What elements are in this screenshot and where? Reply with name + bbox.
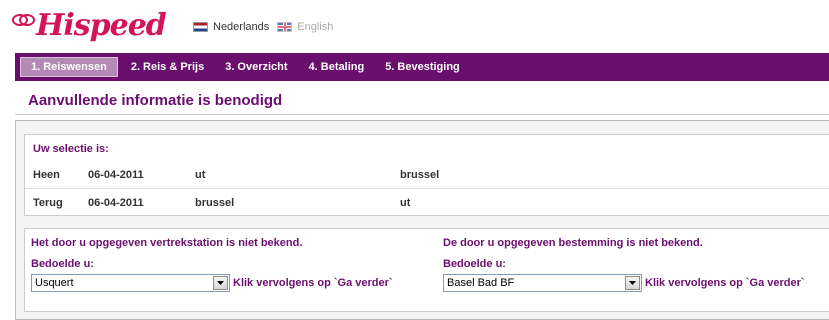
language-label-nl: Nederlands (213, 21, 270, 33)
station-correction-box: Het door u opgegeven vertrekstation is n… (24, 228, 829, 312)
departure-station-select[interactable]: Usquert (31, 274, 230, 292)
row-direction: Heen (33, 169, 60, 181)
row-direction: Terug (33, 197, 63, 209)
departure-hint: Klik vervolgens op `Ga verder` (233, 277, 393, 289)
logo-text: Hispeed (36, 8, 167, 43)
row-date: 06-04-2011 (88, 197, 144, 209)
uk-flag-icon (277, 22, 293, 32)
language-option-nl[interactable]: Nederlands (193, 21, 269, 33)
step-reiswensen[interactable]: 1. Reiswensen (20, 57, 118, 77)
destination-meant-label: Bedoelde u: (443, 258, 506, 270)
row-date: 06-04-2011 (88, 169, 144, 181)
page-title: Aanvullende informatie is benodigd (28, 92, 283, 109)
logo-icon (12, 12, 35, 26)
selection-row-return: Terug 06-04-2011 brussel ut (25, 188, 829, 216)
language-switcher: Nederlands English (193, 21, 333, 33)
departure-meant-label: Bedoelde u: (31, 258, 94, 270)
hispeed-logo[interactable]: Hispeed (12, 8, 167, 44)
destination-selected-value: Basel Bad BF (447, 277, 515, 289)
destination-hint: Klik vervolgens op `Ga verder` (645, 277, 805, 289)
selection-title: Uw selectie is: (33, 143, 109, 155)
step-betaling[interactable]: 4. Betaling (301, 57, 373, 77)
row-to: ut (400, 197, 411, 209)
departure-unknown-message: Het door u opgegeven vertrekstation is n… (31, 237, 303, 249)
selection-summary: Uw selectie is: Heen 06-04-2011 ut bruss… (24, 134, 829, 216)
title-divider (15, 114, 829, 115)
destination-unknown-message: De door u opgegeven bestemming is niet b… (443, 237, 703, 249)
row-to: brussel (400, 169, 440, 181)
dutch-flag-icon (193, 22, 208, 32)
step-reis-prijs[interactable]: 2. Reis & Prijs (123, 57, 212, 77)
chevron-down-icon[interactable] (625, 276, 640, 290)
row-from: ut (195, 169, 206, 181)
departure-selected-value: Usquert (35, 277, 74, 289)
language-option-en[interactable]: English (277, 21, 333, 33)
step-bevestiging[interactable]: 5. Bevestiging (377, 57, 468, 77)
destination-station-select[interactable]: Basel Bad BF (443, 274, 642, 292)
language-label-en: English (297, 21, 334, 33)
selection-row-outbound: Heen 06-04-2011 ut brussel (25, 161, 829, 188)
step-overzicht[interactable]: 3. Overzicht (217, 57, 295, 77)
row-from: brussel (195, 197, 235, 209)
chevron-down-icon[interactable] (213, 276, 228, 290)
booking-steps-nav: 1. Reiswensen 2. Reis & Prijs 3. Overzic… (15, 53, 829, 81)
